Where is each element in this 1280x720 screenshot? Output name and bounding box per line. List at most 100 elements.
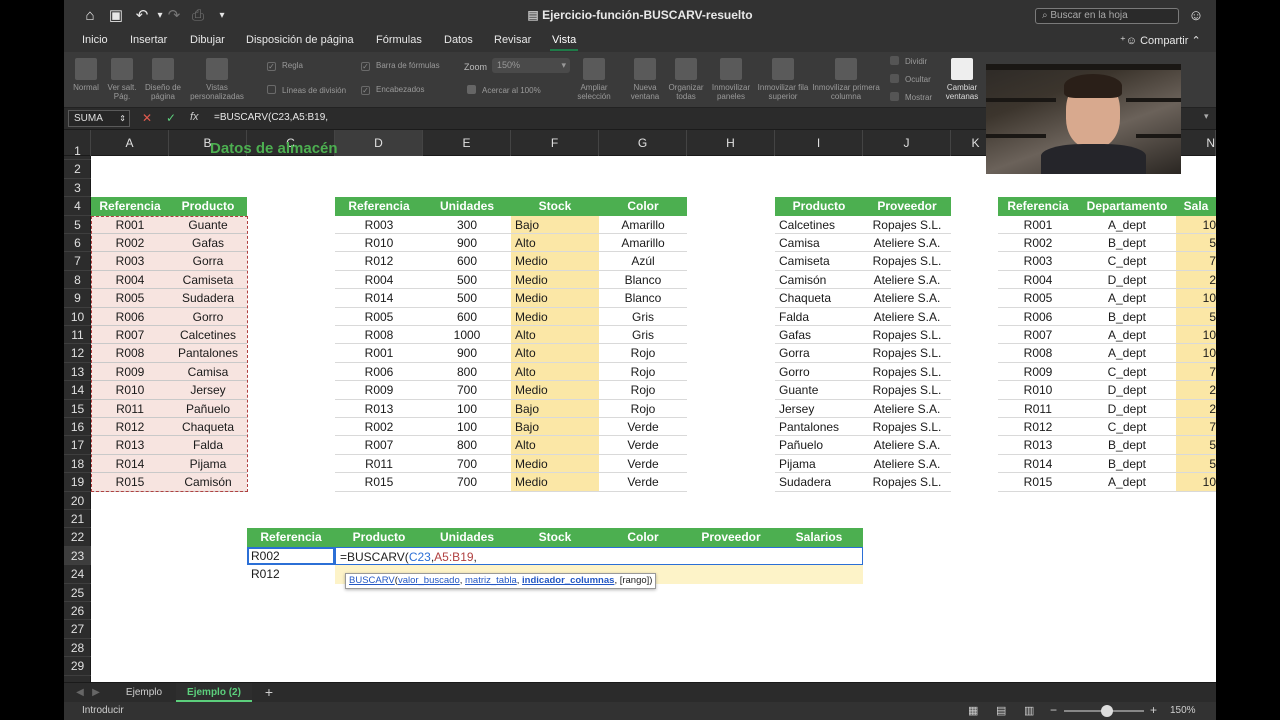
row-header[interactable]: 9 [64,289,91,308]
table2-cell-ref[interactable]: R007 [335,436,423,455]
tab-revisar[interactable]: Revisar [494,34,531,46]
table2-cell-stock[interactable]: Alto [511,362,599,382]
summary-header[interactable]: Color [599,528,687,547]
column-header-f[interactable]: F [511,130,599,156]
table2-cell-ref[interactable]: R012 [335,252,423,271]
table2-cell-ref[interactable]: R001 [335,344,423,363]
row-header[interactable]: 27 [64,620,91,639]
table4-cell-ref[interactable]: R013 [998,436,1078,455]
table4-cell-ref[interactable]: R002 [998,234,1078,253]
column-header-g[interactable]: G [599,130,687,156]
table3-cell-supplier[interactable]: Ateliere S.A. [863,400,951,418]
formula-bar-checkbox[interactable]: ✓ Barra de fórmulas [361,61,440,71]
summary-ref-r002[interactable]: R002 [247,546,335,566]
row-header[interactable]: 17 [64,436,91,455]
summary-header[interactable]: Producto [335,528,423,547]
table2-cell-color[interactable]: Verde [599,418,687,437]
row-header[interactable]: 21 [64,510,91,529]
table3-cell-supplier[interactable]: Ropajes S.L. [863,363,951,382]
table4-cell-dept[interactable]: A_dept [1078,326,1176,345]
table3-cell-product[interactable]: Gafas [775,326,863,345]
table2-cell-stock[interactable]: Medio [511,307,599,326]
table2-cell-units[interactable]: 100 [423,400,511,418]
table2-cell-color[interactable]: Amarillo [599,234,687,253]
table4-cell-ref[interactable]: R009 [998,363,1078,382]
table2-cell-stock[interactable]: Alto [511,344,599,363]
table2-header[interactable]: Color [599,197,687,216]
table4-cell-dept[interactable]: B_dept [1078,436,1176,455]
insert-function-icon[interactable]: fx [190,111,199,123]
table4-cell-dept[interactable]: C_dept [1078,363,1176,382]
formula-input[interactable]: =BUSCARV(C23,A5:B19, [214,112,328,123]
table4-cell-ref[interactable]: R006 [998,308,1078,326]
row-header[interactable]: 3 [64,179,91,198]
table2-cell-units[interactable]: 800 [423,436,511,455]
row-header[interactable]: 28 [64,639,91,658]
table4-cell-salary[interactable]: 5 [1176,234,1216,253]
column-header-h[interactable]: H [687,130,775,156]
table2-cell-color[interactable]: Gris [599,326,687,345]
table4-cell-salary[interactable]: 2 [1176,381,1216,400]
zoom-100-button[interactable]: Acercar al 100% [467,85,541,95]
table2-cell-ref[interactable]: R002 [335,418,423,437]
unhide-button[interactable]: Mostrar [890,92,932,102]
table2-cell-stock[interactable]: Medio [511,289,599,308]
row-header[interactable]: 16 [64,418,91,437]
tab-insertar[interactable]: Insertar [130,34,167,46]
summary-header[interactable]: Proveedor [687,528,775,547]
row-header[interactable]: 10 [64,308,91,326]
tooltip-arg-table-array[interactable]: matriz_tabla [465,575,517,586]
table2-cell-units[interactable]: 1000 [423,326,511,345]
summary-header[interactable]: Stock [511,528,599,547]
row-header[interactable]: 25 [64,584,91,602]
table2-cell-color[interactable]: Verde [599,436,687,455]
table3-cell-supplier[interactable]: Ropajes S.L. [863,473,951,492]
cancel-icon[interactable]: ✕ [142,111,152,125]
table2-cell-ref[interactable]: R010 [335,234,423,253]
table4-cell-dept[interactable]: B_dept [1078,234,1176,253]
table2-cell-color[interactable]: Gris [599,308,687,326]
tab-datos[interactable]: Datos [444,34,473,46]
table2-cell-color[interactable]: Verde [599,455,687,474]
table2-cell-ref[interactable]: R003 [335,216,423,234]
table3-cell-product[interactable]: Pantalones [775,418,863,437]
table4-cell-salary[interactable]: 5 [1176,454,1216,474]
table4-cell-ref[interactable]: R014 [998,455,1078,474]
table3-cell-product[interactable]: Camiseta [775,252,863,271]
table2-cell-units[interactable]: 900 [423,234,511,253]
table4-cell-salary[interactable]: 10 [1176,289,1216,308]
table2-cell-units[interactable]: 700 [423,381,511,400]
tab-vista[interactable]: Vista [549,34,579,51]
table4-header[interactable]: Sala [1176,197,1216,216]
column-header-e[interactable]: E [423,130,511,156]
table2-cell-color[interactable]: Rojo [599,363,687,382]
table3-cell-supplier[interactable]: Ateliere S.A. [863,455,951,474]
table4-cell-salary[interactable]: 2 [1176,399,1216,418]
table4-cell-dept[interactable]: D_dept [1078,271,1176,290]
switch-windows-button[interactable]: Cambiar ventanas [940,58,984,101]
zoom-out-icon[interactable]: − [1050,703,1057,717]
row-header[interactable]: 4 [64,197,91,216]
column-header-i[interactable]: I [775,130,863,156]
table2-cell-units[interactable]: 700 [423,455,511,474]
row-header[interactable]: 13 [64,363,91,382]
table2-cell-stock[interactable]: Alto [511,326,599,345]
table4-cell-dept[interactable]: A_dept [1078,289,1176,308]
table4-cell-ref[interactable]: R005 [998,289,1078,308]
expand-formula-bar-icon[interactable]: ▾ [1204,111,1209,122]
table3-cell-product[interactable]: Falda [775,308,863,326]
table4-cell-ref[interactable]: R008 [998,344,1078,363]
table2-cell-ref[interactable]: R009 [335,381,423,400]
table3-cell-supplier[interactable]: Ropajes S.L. [863,381,951,400]
table3-cell-supplier[interactable]: Ropajes S.L. [863,216,951,234]
table3-cell-product[interactable]: Gorra [775,344,863,363]
table2-cell-units[interactable]: 500 [423,271,511,290]
zoom-selection-button[interactable]: Ampliar selección [572,58,616,101]
table4-cell-dept[interactable]: A_dept [1078,216,1176,234]
table3-cell-supplier[interactable]: Ateliere S.A. [863,289,951,308]
table3-cell-supplier[interactable]: Ateliere S.A. [863,308,951,326]
table4-cell-dept[interactable]: C_dept [1078,252,1176,271]
table4-header[interactable]: Referencia [998,197,1078,216]
table3-cell-supplier[interactable]: Ateliere S.A. [863,271,951,290]
table3-cell-supplier[interactable]: Ateliere S.A. [863,436,951,455]
